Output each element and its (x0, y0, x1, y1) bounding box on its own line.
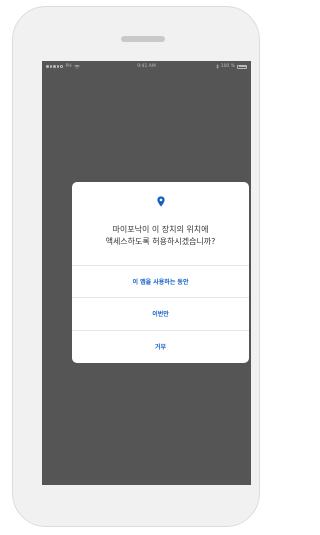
deny-button[interactable]: 거부 (72, 330, 249, 361)
battery-icon (237, 64, 247, 69)
speaker-grille (121, 36, 165, 42)
battery-fill (238, 66, 246, 67)
location-permission-dialog: 마이포낙이 이 장치의 위치에 액세스하도록 허용하시겠습니까? 이 앱을 사용… (72, 182, 249, 363)
screen: PH 9:41 AM 100 % 마이포낙이 이 장치의 위치에 액세스하도록 … (42, 61, 251, 485)
phone-frame: PH 9:41 AM 100 % 마이포낙이 이 장치의 위치에 액세스하도록 … (12, 6, 260, 527)
dialog-message-line1: 마이포낙이 이 장치의 위치에 (112, 225, 209, 234)
deny-label: 거부 (154, 343, 167, 351)
dialog-message: 마이포낙이 이 장치의 위치에 액세스하도록 허용하시겠습니까? (72, 224, 249, 248)
allow-while-using-button[interactable]: 이 앱을 사용하는 동안 (72, 265, 249, 296)
allow-while-using-label: 이 앱을 사용하는 동안 (132, 278, 189, 286)
battery-percent: 100 % (220, 64, 235, 69)
location-pin-icon (157, 196, 165, 207)
dialog-message-line2: 액세스하도록 허용하시겠습니까? (105, 237, 216, 246)
allow-once-label: 이번만 (152, 310, 169, 318)
status-right: 100 % (215, 64, 247, 69)
status-bar: PH 9:41 AM 100 % (42, 61, 251, 73)
bluetooth-icon (215, 64, 219, 69)
allow-once-button[interactable]: 이번만 (72, 297, 249, 328)
